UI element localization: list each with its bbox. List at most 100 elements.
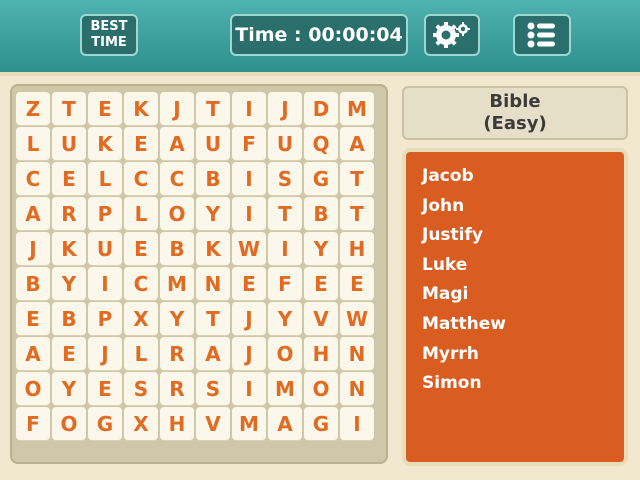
grid-cell[interactable]: K (52, 232, 86, 265)
grid-cell[interactable]: T (52, 92, 86, 125)
grid-cell[interactable]: U (52, 127, 86, 160)
grid-cell[interactable]: D (304, 92, 338, 125)
grid-cell[interactable]: I (232, 372, 266, 405)
grid-cell[interactable]: E (124, 232, 158, 265)
grid-cell[interactable]: C (160, 162, 194, 195)
grid-cell[interactable]: H (160, 407, 194, 440)
grid-cell[interactable]: U (268, 127, 302, 160)
grid-cell[interactable]: K (196, 232, 230, 265)
grid-cell[interactable]: C (16, 162, 50, 195)
grid-cell[interactable]: M (340, 92, 374, 125)
grid-cell[interactable]: T (196, 92, 230, 125)
grid-cell[interactable]: L (124, 337, 158, 370)
grid-cell[interactable]: F (268, 267, 302, 300)
grid-cell[interactable]: X (124, 302, 158, 335)
grid-cell[interactable]: E (124, 127, 158, 160)
grid-cell[interactable]: T (268, 197, 302, 230)
grid-cell[interactable]: E (88, 372, 122, 405)
grid-cell[interactable]: B (52, 302, 86, 335)
grid-cell[interactable]: N (196, 267, 230, 300)
grid-cell[interactable]: E (16, 302, 50, 335)
grid-cell[interactable]: U (88, 232, 122, 265)
grid-cell[interactable]: T (340, 197, 374, 230)
grid-cell[interactable]: E (52, 337, 86, 370)
grid-cell[interactable]: M (232, 407, 266, 440)
grid-cell[interactable]: W (340, 302, 374, 335)
grid-cell[interactable]: N (340, 372, 374, 405)
grid-cell[interactable]: Y (304, 232, 338, 265)
grid-cell[interactable]: M (268, 372, 302, 405)
grid-cell[interactable]: I (232, 92, 266, 125)
grid-cell[interactable]: E (340, 267, 374, 300)
grid-cell[interactable]: V (304, 302, 338, 335)
grid-cell[interactable]: R (160, 337, 194, 370)
grid-cell[interactable]: R (52, 197, 86, 230)
letter-grid[interactable]: ZTEKJTIJDMLUKEAUFUQACELCCBISGTARPLOYITBT… (16, 92, 374, 440)
grid-cell[interactable]: A (16, 337, 50, 370)
grid-cell[interactable]: F (16, 407, 50, 440)
grid-cell[interactable]: T (340, 162, 374, 195)
grid-cell[interactable]: V (196, 407, 230, 440)
grid-cell[interactable]: E (232, 267, 266, 300)
grid-cell[interactable]: E (52, 162, 86, 195)
grid-cell[interactable]: R (160, 372, 194, 405)
grid-cell[interactable]: Q (304, 127, 338, 160)
grid-cell[interactable]: G (88, 407, 122, 440)
grid-cell[interactable]: M (160, 267, 194, 300)
grid-cell[interactable]: I (232, 162, 266, 195)
grid-cell[interactable]: A (160, 127, 194, 160)
grid-cell[interactable]: J (88, 337, 122, 370)
grid-cell[interactable]: B (196, 162, 230, 195)
settings-button[interactable] (424, 14, 480, 56)
grid-cell[interactable]: I (268, 232, 302, 265)
best-time-button[interactable]: BEST TIME (80, 14, 138, 56)
grid-cell[interactable]: J (16, 232, 50, 265)
grid-cell[interactable]: B (304, 197, 338, 230)
word-list-menu-button[interactable] (513, 14, 571, 56)
grid-cell[interactable]: Y (52, 267, 86, 300)
grid-cell[interactable]: L (124, 197, 158, 230)
grid-cell[interactable]: L (88, 162, 122, 195)
grid-cell[interactable]: O (268, 337, 302, 370)
grid-cell[interactable]: O (16, 372, 50, 405)
grid-cell[interactable]: G (304, 407, 338, 440)
grid-cell[interactable]: J (232, 337, 266, 370)
grid-cell[interactable]: H (340, 232, 374, 265)
grid-cell[interactable]: F (232, 127, 266, 160)
grid-cell[interactable]: K (88, 127, 122, 160)
grid-cell[interactable]: S (124, 372, 158, 405)
grid-cell[interactable]: B (16, 267, 50, 300)
grid-cell[interactable]: L (16, 127, 50, 160)
grid-cell[interactable]: Y (160, 302, 194, 335)
grid-cell[interactable]: E (88, 92, 122, 125)
grid-cell[interactable]: P (88, 302, 122, 335)
grid-cell[interactable]: Z (16, 92, 50, 125)
grid-cell[interactable]: J (268, 92, 302, 125)
grid-cell[interactable]: B (160, 232, 194, 265)
grid-cell[interactable]: I (88, 267, 122, 300)
grid-cell[interactable]: G (304, 162, 338, 195)
grid-cell[interactable]: K (124, 92, 158, 125)
grid-cell[interactable]: O (160, 197, 194, 230)
grid-cell[interactable]: W (232, 232, 266, 265)
grid-cell[interactable]: S (196, 372, 230, 405)
grid-cell[interactable]: P (88, 197, 122, 230)
grid-cell[interactable]: X (124, 407, 158, 440)
grid-cell[interactable]: E (304, 267, 338, 300)
grid-cell[interactable]: A (340, 127, 374, 160)
grid-cell[interactable]: I (232, 197, 266, 230)
grid-cell[interactable]: A (16, 197, 50, 230)
grid-cell[interactable]: J (160, 92, 194, 125)
grid-cell[interactable]: C (124, 267, 158, 300)
grid-cell[interactable]: T (196, 302, 230, 335)
grid-cell[interactable]: O (304, 372, 338, 405)
grid-cell[interactable]: U (196, 127, 230, 160)
grid-cell[interactable]: Y (196, 197, 230, 230)
grid-cell[interactable]: C (124, 162, 158, 195)
grid-cell[interactable]: H (304, 337, 338, 370)
grid-cell[interactable]: Y (268, 302, 302, 335)
grid-cell[interactable]: A (196, 337, 230, 370)
grid-cell[interactable]: A (268, 407, 302, 440)
grid-cell[interactable]: Y (52, 372, 86, 405)
grid-cell[interactable]: N (340, 337, 374, 370)
